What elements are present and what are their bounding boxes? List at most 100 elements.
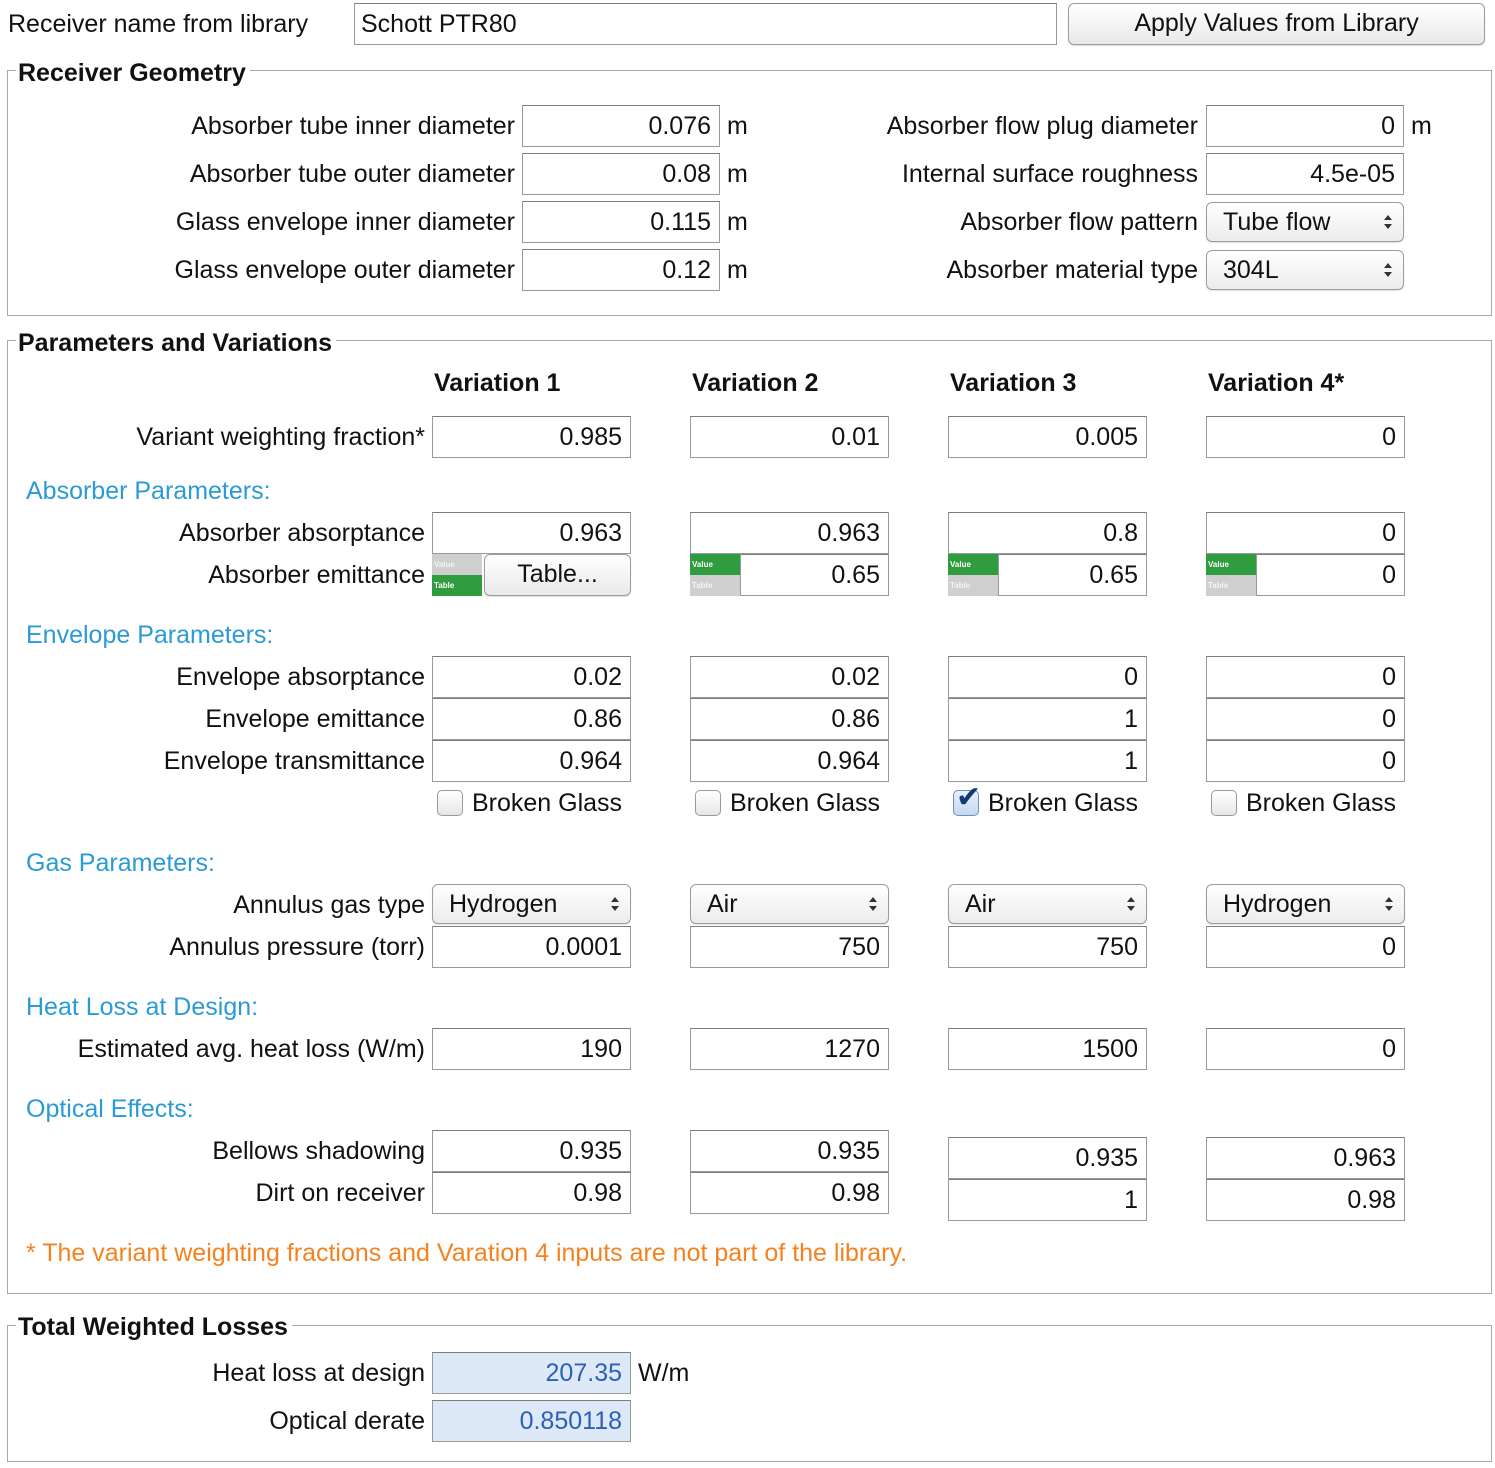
annulus-gas-select-4[interactable]: Hydrogen <box>1206 884 1405 924</box>
glass-inner-diameter-input[interactable]: 0.115 <box>522 201 720 243</box>
glass-outer-diameter-input[interactable]: 0.12 <box>522 249 720 291</box>
column-header-variation-3: Variation 3 <box>950 369 1077 397</box>
broken-glass-checkbox-2[interactable] <box>695 790 721 816</box>
bellows-shadowing-input-2[interactable]: 0.935 <box>690 1130 889 1172</box>
value-table-toggle-3[interactable]: Value Table <box>948 554 998 596</box>
updown-arrows-icon <box>1384 263 1392 277</box>
envelope-absorptance-label: Envelope absorptance <box>176 663 425 691</box>
annulus-pressure-input-3[interactable]: 750 <box>948 926 1147 968</box>
column-header-variation-4: Variation 4* <box>1208 369 1345 397</box>
optical-effects-heading: Optical Effects: <box>26 1095 194 1123</box>
toggle-value-option: Value <box>432 554 482 575</box>
value-table-toggle-2[interactable]: Value Table <box>690 554 740 596</box>
annulus-pressure-input-4[interactable]: 0 <box>1206 926 1405 968</box>
heat-loss-at-design-label: Heat loss at design <box>212 1359 425 1387</box>
envelope-emittance-input-1[interactable]: 0.86 <box>432 698 631 740</box>
heat-loss-unit: W/m <box>638 1359 690 1387</box>
toggle-value-option: Value <box>1206 554 1256 575</box>
dirt-on-receiver-input-2[interactable]: 0.98 <box>690 1172 889 1214</box>
receiver-name-input[interactable]: Schott PTR80 <box>354 3 1057 45</box>
absorber-absorptance-input-1[interactable]: 0.963 <box>432 512 631 554</box>
absorber-absorptance-input-4[interactable]: 0 <box>1206 512 1405 554</box>
emittance-table-button[interactable]: Table... <box>484 554 631 596</box>
column-header-variation-2: Variation 2 <box>692 369 819 397</box>
surface-roughness-label: Internal surface roughness <box>901 160 1198 188</box>
estimated-heat-loss-input-2[interactable]: 1270 <box>690 1028 889 1070</box>
checkmark-icon: ✔ <box>956 781 982 814</box>
envelope-emittance-input-4[interactable]: 0 <box>1206 698 1405 740</box>
toggle-table-option: Table <box>1206 575 1256 596</box>
envelope-transmittance-input-1[interactable]: 0.964 <box>432 740 631 782</box>
envelope-absorptance-input-1[interactable]: 0.02 <box>432 656 631 698</box>
dirt-on-receiver-input-4[interactable]: 0.98 <box>1206 1179 1405 1221</box>
updown-arrows-icon <box>1384 215 1392 229</box>
toggle-table-option: Table <box>948 575 998 596</box>
gas-parameters-heading: Gas Parameters: <box>26 849 215 877</box>
absorber-absorptance-input-2[interactable]: 0.963 <box>690 512 889 554</box>
dirt-on-receiver-input-1[interactable]: 0.98 <box>432 1172 631 1214</box>
envelope-transmittance-input-4[interactable]: 0 <box>1206 740 1405 782</box>
glass-inner-diameter-label: Glass envelope inner diameter <box>175 208 515 236</box>
envelope-parameters-heading: Envelope Parameters: <box>26 621 274 649</box>
material-type-label: Absorber material type <box>946 256 1198 284</box>
weighting-fraction-input-4[interactable]: 0 <box>1206 416 1405 458</box>
broken-glass-label-2: Broken Glass <box>730 789 881 817</box>
total-weighted-losses-title: Total Weighted Losses <box>16 1313 292 1341</box>
bellows-shadowing-input-4[interactable]: 0.963 <box>1206 1137 1405 1179</box>
estimated-heat-loss-input-1[interactable]: 190 <box>432 1028 631 1070</box>
dirt-on-receiver-input-3[interactable]: 1 <box>948 1179 1147 1221</box>
absorber-emittance-input-3[interactable]: 0.65 <box>998 554 1147 596</box>
broken-glass-checkbox-4[interactable] <box>1211 790 1237 816</box>
absorber-absorptance-input-3[interactable]: 0.8 <box>948 512 1147 554</box>
bellows-shadowing-input-3[interactable]: 0.935 <box>948 1137 1147 1179</box>
envelope-absorptance-input-4[interactable]: 0 <box>1206 656 1405 698</box>
annulus-gas-select-2[interactable]: Air <box>690 884 889 924</box>
material-type-select[interactable]: 304L <box>1206 250 1404 290</box>
annulus-pressure-input-1[interactable]: 0.0001 <box>432 926 631 968</box>
updown-arrows-icon <box>611 897 619 911</box>
weighting-fraction-input-2[interactable]: 0.01 <box>690 416 889 458</box>
flow-plug-diameter-unit: m <box>1411 112 1432 140</box>
flow-plug-diameter-input[interactable]: 0 <box>1206 105 1404 147</box>
apply-values-from-library-button[interactable]: Apply Values from Library <box>1068 3 1485 45</box>
estimated-heat-loss-input-3[interactable]: 1500 <box>948 1028 1147 1070</box>
weighting-fraction-input-3[interactable]: 0.005 <box>948 416 1147 458</box>
material-type-value: 304L <box>1223 256 1279 284</box>
inner-diameter-input[interactable]: 0.076 <box>522 105 720 147</box>
annulus-gas-value: Air <box>707 890 738 918</box>
toggle-value-option: Value <box>948 554 998 575</box>
absorber-emittance-input-4[interactable]: 0 <box>1256 554 1405 596</box>
estimated-heat-loss-input-4[interactable]: 0 <box>1206 1028 1405 1070</box>
broken-glass-checkbox-1[interactable] <box>437 790 463 816</box>
envelope-emittance-input-3[interactable]: 1 <box>948 698 1147 740</box>
weighting-fraction-label: Variant weighting fraction* <box>136 423 425 451</box>
envelope-transmittance-label: Envelope transmittance <box>163 747 425 775</box>
absorber-parameters-heading: Absorber Parameters: <box>26 477 271 505</box>
annulus-pressure-input-2[interactable]: 750 <box>690 926 889 968</box>
heat-loss-at-design-output: 207.35 <box>432 1352 631 1394</box>
envelope-transmittance-input-3[interactable]: 1 <box>948 740 1147 782</box>
annulus-gas-select-3[interactable]: Air <box>948 884 1147 924</box>
inner-diameter-unit: m <box>727 112 748 140</box>
outer-diameter-input[interactable]: 0.08 <box>522 153 720 195</box>
annulus-gas-type-label: Annulus gas type <box>233 891 425 919</box>
annulus-gas-select-1[interactable]: Hydrogen <box>432 884 631 924</box>
bellows-shadowing-input-1[interactable]: 0.935 <box>432 1130 631 1172</box>
flow-pattern-select[interactable]: Tube flow <box>1206 202 1404 242</box>
toggle-table-option: Table <box>690 575 740 596</box>
envelope-absorptance-input-3[interactable]: 0 <box>948 656 1147 698</box>
broken-glass-label-4: Broken Glass <box>1246 789 1397 817</box>
annulus-gas-value: Air <box>965 890 996 918</box>
broken-glass-checkbox-3[interactable]: ✔ <box>953 783 981 816</box>
absorber-emittance-input-2[interactable]: 0.65 <box>740 554 889 596</box>
annulus-gas-value: Hydrogen <box>449 890 558 918</box>
value-table-toggle-4[interactable]: Value Table <box>1206 554 1256 596</box>
envelope-emittance-input-2[interactable]: 0.86 <box>690 698 889 740</box>
weighting-fraction-input-1[interactable]: 0.985 <box>432 416 631 458</box>
updown-arrows-icon <box>1127 897 1135 911</box>
surface-roughness-input[interactable]: 4.5e-05 <box>1206 153 1404 195</box>
envelope-absorptance-input-2[interactable]: 0.02 <box>690 656 889 698</box>
flow-plug-diameter-label: Absorber flow plug diameter <box>886 112 1198 140</box>
value-table-toggle-1[interactable]: Value Table <box>432 554 482 596</box>
envelope-transmittance-input-2[interactable]: 0.964 <box>690 740 889 782</box>
